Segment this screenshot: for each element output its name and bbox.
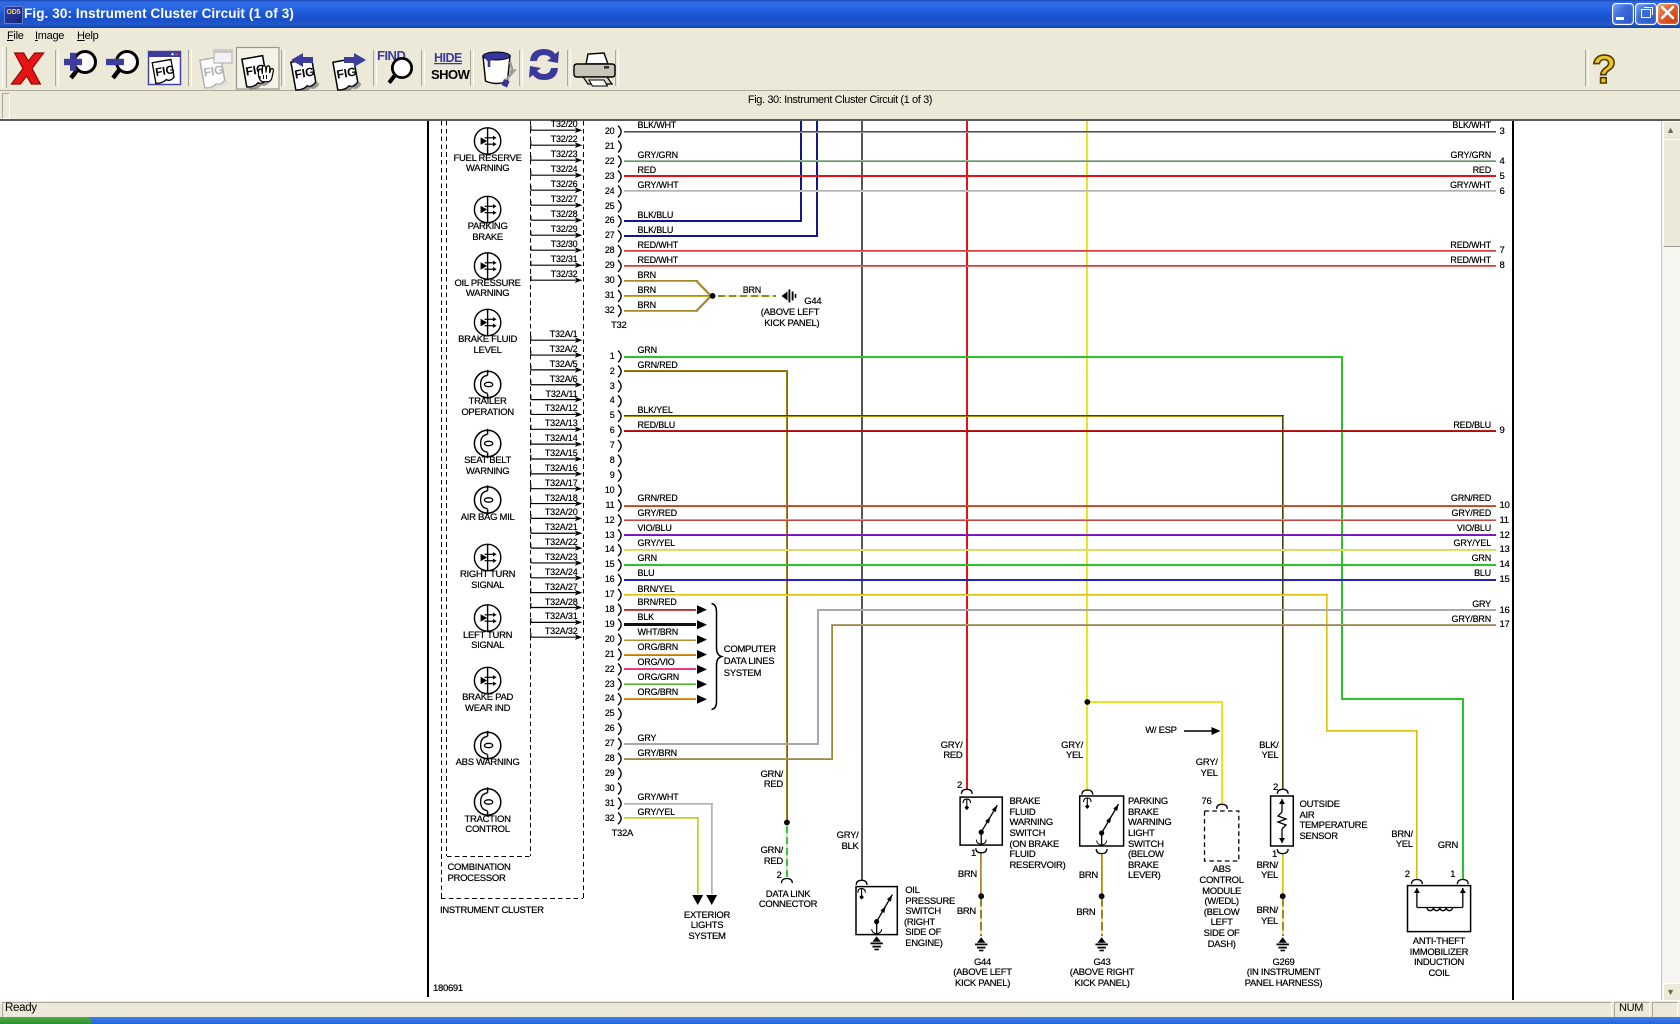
svg-text:SHOW: SHOW xyxy=(431,67,471,82)
svg-text:?: ? xyxy=(1592,48,1616,92)
svg-text:HIDE: HIDE xyxy=(434,51,462,65)
